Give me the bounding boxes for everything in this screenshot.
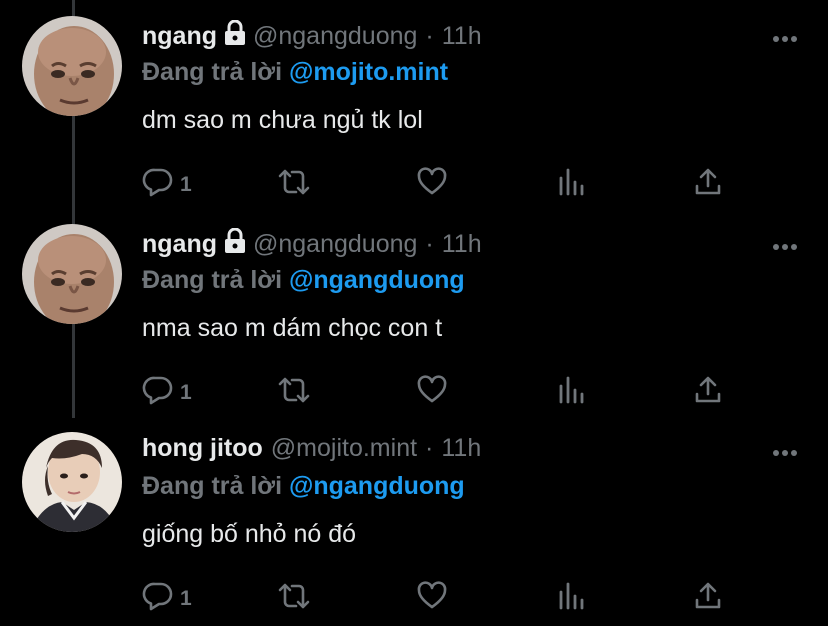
tweet-header: ngang @ngangduong · 11h xyxy=(142,19,482,53)
share-icon xyxy=(692,374,724,411)
replying-prefix: Đang trả lời xyxy=(142,266,289,294)
like-button[interactable] xyxy=(416,166,448,203)
reply-count: 1 xyxy=(180,586,192,610)
reply-icon xyxy=(142,580,174,617)
avatar[interactable] xyxy=(22,432,122,532)
action-bar: 1 xyxy=(142,374,742,414)
separator-dot: · xyxy=(425,230,434,258)
tweet-text: nma sao m dám chọc con t xyxy=(142,314,443,342)
more-icon[interactable] xyxy=(772,444,798,462)
reply-icon xyxy=(142,374,174,411)
reply-count: 1 xyxy=(180,172,192,196)
display-name[interactable]: ngang xyxy=(142,22,217,51)
more-icon[interactable] xyxy=(772,238,798,256)
more-icon[interactable] xyxy=(772,30,798,48)
replying-to: Đang trả lời @ngangduong xyxy=(142,266,465,295)
like-icon xyxy=(416,166,448,203)
replying-to: Đang trả lời @mojito.mint xyxy=(142,58,448,87)
replying-prefix: Đang trả lời xyxy=(142,472,289,500)
retweet-button[interactable] xyxy=(276,166,312,203)
share-button[interactable] xyxy=(692,580,724,617)
separator-dot: · xyxy=(425,434,434,462)
share-button[interactable] xyxy=(692,166,724,203)
replying-mention-link[interactable]: @mojito.mint xyxy=(289,58,448,86)
like-icon xyxy=(416,374,448,411)
lock-icon xyxy=(223,227,247,261)
tweet-text: dm sao m chưa ngủ tk lol xyxy=(142,106,423,134)
analytics-icon xyxy=(556,166,588,203)
reply-count: 1 xyxy=(180,380,192,404)
reply-button[interactable]: 1 xyxy=(142,580,192,617)
avatar[interactable] xyxy=(22,224,122,324)
replying-to: Đang trả lời @ngangduong xyxy=(142,472,465,501)
tweet[interactable]: ngang @ngangduong · 11h Đang trả lời @ng… xyxy=(0,220,828,420)
retweet-button[interactable] xyxy=(276,580,312,617)
tweet-header: hong jitoo @mojito.mint · 11h xyxy=(142,434,481,463)
replying-prefix: Đang trả lời xyxy=(142,58,289,86)
reply-icon xyxy=(142,166,174,203)
share-icon xyxy=(692,580,724,617)
user-handle[interactable]: @ngangduong xyxy=(253,230,417,259)
analytics-button[interactable] xyxy=(556,374,588,411)
retweet-icon xyxy=(276,166,312,203)
user-handle[interactable]: @mojito.mint xyxy=(271,434,417,463)
display-name[interactable]: hong jitoo xyxy=(142,434,263,463)
share-button[interactable] xyxy=(692,374,724,411)
retweet-button[interactable] xyxy=(276,374,312,411)
analytics-icon xyxy=(556,374,588,411)
action-bar: 1 xyxy=(142,580,742,620)
tweet-text: giống bố nhỏ nó đó xyxy=(142,520,357,548)
like-button[interactable] xyxy=(416,374,448,411)
action-bar: 1 xyxy=(142,166,742,206)
lock-icon xyxy=(223,19,247,53)
timestamp[interactable]: 11h xyxy=(441,434,481,463)
tweet-header: ngang @ngangduong · 11h xyxy=(142,227,482,261)
retweet-icon xyxy=(276,374,312,411)
user-handle[interactable]: @ngangduong xyxy=(253,22,417,51)
replying-mention-link[interactable]: @ngangduong xyxy=(289,472,465,500)
timestamp[interactable]: 11h xyxy=(442,22,482,51)
share-icon xyxy=(692,166,724,203)
analytics-icon xyxy=(556,580,588,617)
like-icon xyxy=(416,580,448,617)
tweet[interactable]: ngang @ngangduong · 11h Đang trả lời @mo… xyxy=(0,12,828,212)
replying-mention-link[interactable]: @ngangduong xyxy=(289,266,465,294)
analytics-button[interactable] xyxy=(556,166,588,203)
reply-button[interactable]: 1 xyxy=(142,374,192,411)
timestamp[interactable]: 11h xyxy=(442,230,482,259)
avatar[interactable] xyxy=(22,16,122,116)
display-name[interactable]: ngang xyxy=(142,230,217,259)
separator-dot: · xyxy=(425,22,434,50)
analytics-button[interactable] xyxy=(556,580,588,617)
tweet[interactable]: hong jitoo @mojito.mint · 11h Đang trả l… xyxy=(0,426,828,626)
reply-button[interactable]: 1 xyxy=(142,166,192,203)
like-button[interactable] xyxy=(416,580,448,617)
retweet-icon xyxy=(276,580,312,617)
